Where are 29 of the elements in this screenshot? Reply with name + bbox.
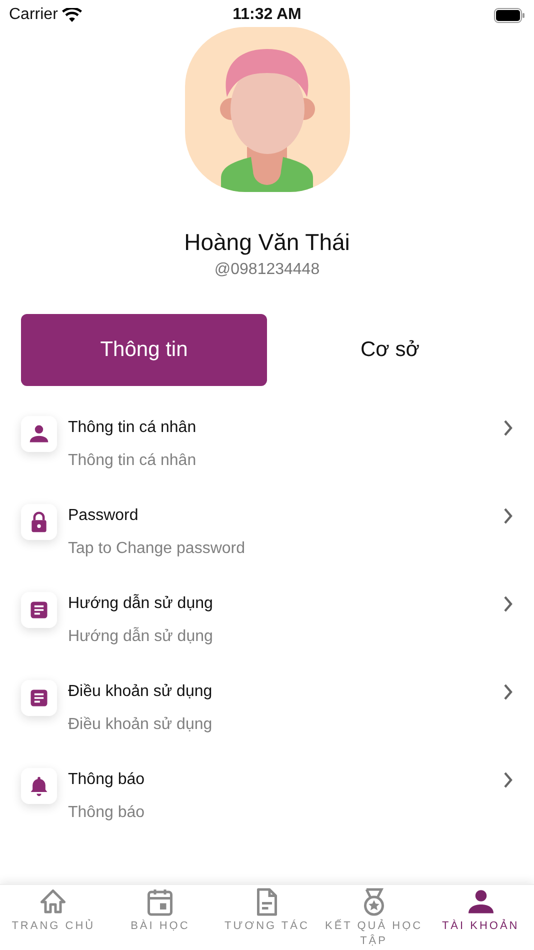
item-subtitle: Thông tin cá nhân — [68, 451, 198, 471]
item-title[interactable]: Điều khoản sử dụng — [68, 682, 492, 702]
item-title[interactable]: Thông tin cá nhân — [68, 418, 492, 438]
user-handle: @0981234448 — [213, 260, 321, 280]
item-subtitle: Hướng dẫn sử dụng — [68, 627, 214, 647]
wifi-icon — [62, 8, 82, 22]
calendar-icon — [145, 887, 176, 917]
item-subtitle: Thông báo — [68, 803, 146, 823]
chevron-right-icon[interactable] — [503, 596, 513, 612]
carrier-label: Carrier — [9, 5, 58, 25]
segment-tab[interactable]: Cơ sở — [267, 314, 513, 386]
chevron-right-icon[interactable] — [503, 772, 513, 788]
segment-tab[interactable]: Thông tin — [21, 314, 267, 386]
item-subtitle: Tap to Change password — [68, 539, 246, 559]
chevron-right-icon[interactable] — [503, 508, 513, 524]
tab-bar-item[interactable]: TÀI KHOẢN — [427, 885, 534, 950]
document-icon — [28, 687, 50, 709]
user-name: Hoàng Văn Thái — [183, 228, 351, 256]
chevron-right-icon[interactable] — [503, 684, 513, 700]
clock-time: 11:32 AM — [232, 5, 302, 25]
item-title[interactable]: Thông báo — [68, 770, 492, 790]
item-title[interactable]: Hướng dẫn sử dụng — [68, 594, 492, 614]
chevron-right-icon[interactable] — [503, 420, 513, 436]
item-title[interactable]: Password — [68, 506, 492, 526]
battery-icon — [494, 8, 525, 22]
item-subtitle: Điều khoản sử dụng — [68, 715, 214, 735]
document-icon — [28, 599, 50, 621]
person-icon — [28, 423, 50, 445]
bell-icon — [28, 775, 50, 797]
